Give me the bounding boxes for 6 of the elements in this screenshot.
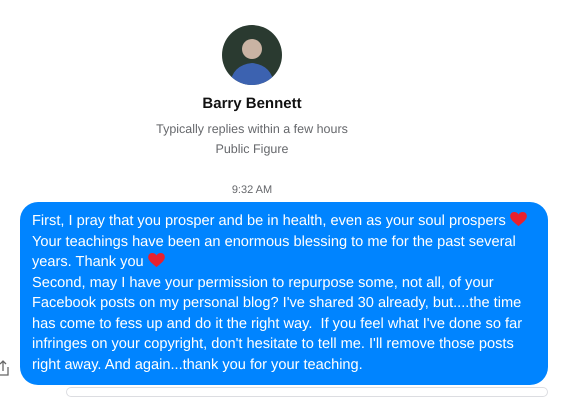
profile-category: Public Figure xyxy=(216,142,288,156)
profile-name: Barry Bennett xyxy=(202,95,302,112)
message-text: First, I pray that you prosper and be in health, even as your soul prospers Your teachings have been an enormous blessing to me for the past several years. Thank you xyxy=(32,211,536,272)
message-timestamp: 9:32 AM xyxy=(230,184,274,196)
message-text: Second, may I have your permission to repurpose some, not all, of your Facebook posts on my personal blog? I've shared 30 already, but....the time has come to fess up and do it the right way. If you feel what I've done so far infringes on your copyright, don't hesitate to tell me. I'll remove those posts right away. And again...thank you for your teaching. xyxy=(32,274,524,374)
response-time-text: Typically replies within a few hours xyxy=(156,122,348,136)
